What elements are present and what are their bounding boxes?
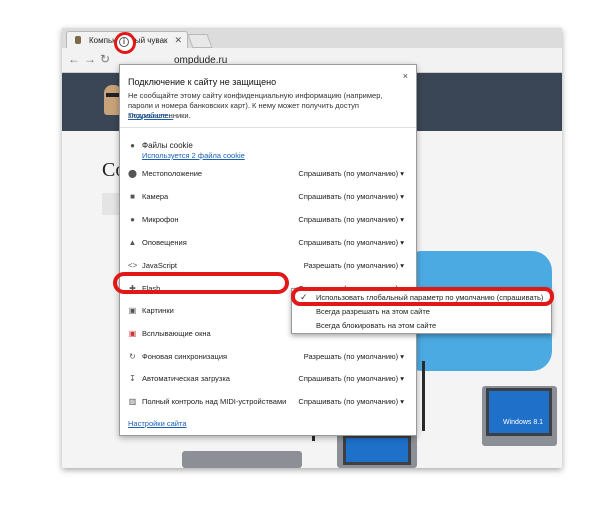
favicon-icon bbox=[75, 36, 81, 44]
permission-label-javascript: JavaScript bbox=[142, 261, 178, 270]
info-icon: i bbox=[119, 37, 129, 47]
permission-label-midi: Полный контроль над MIDI-устройствами bbox=[142, 397, 287, 406]
tab-close-icon[interactable]: ✕ bbox=[174, 32, 182, 49]
permission-label-microphone: Микрофон bbox=[142, 215, 179, 224]
permission-select-camera[interactable]: Спрашивать (по умолчанию) ▾ bbox=[298, 192, 404, 201]
midi-icon: ▥ bbox=[128, 397, 137, 406]
code-icon: <> bbox=[128, 261, 138, 270]
laptop-illustration bbox=[337, 431, 417, 468]
laptop-illustration bbox=[182, 451, 302, 468]
bell-icon: ▲ bbox=[128, 238, 137, 247]
download-icon: ↧ bbox=[129, 374, 136, 383]
permission-select-notifications[interactable]: Спрашивать (по умолчанию) ▾ bbox=[298, 238, 404, 247]
permission-select-microphone[interactable]: Спрашивать (по умолчанию) ▾ bbox=[298, 215, 404, 224]
site-info-button[interactable]: i bbox=[114, 32, 136, 54]
back-icon[interactable]: ← bbox=[68, 52, 80, 66]
permission-select-auto-download[interactable]: Спрашивать (по умолчанию) ▾ bbox=[298, 374, 404, 383]
flash-option-allow[interactable]: Всегда разрешать на этом сайте bbox=[316, 307, 430, 316]
forward-icon[interactable]: → bbox=[84, 52, 96, 66]
camera-icon: ■ bbox=[130, 192, 135, 201]
cookie-label: Файлы cookie bbox=[142, 141, 193, 150]
windows-label: Windows 8.1 bbox=[503, 419, 544, 426]
cookie-icon: ● bbox=[130, 141, 135, 150]
permission-label-auto-download: Автоматическая загрузка bbox=[142, 374, 230, 383]
permission-label-images: Картинки bbox=[142, 306, 174, 315]
image-icon: ▣ bbox=[128, 306, 137, 315]
microphone-icon: ● bbox=[130, 215, 135, 224]
permission-label-popups: Всплывающие окна bbox=[142, 329, 211, 338]
close-icon[interactable]: × bbox=[403, 71, 408, 81]
permission-select-location[interactable]: Спрашивать (по умолчанию) ▾ bbox=[298, 169, 404, 178]
permission-label-background-sync: Фоновая синхронизация bbox=[142, 352, 228, 361]
details-link[interactable]: Подробнее... bbox=[128, 111, 173, 120]
permission-label-notifications: Оповещения bbox=[142, 238, 187, 247]
permission-label-camera: Камера bbox=[142, 192, 169, 201]
flash-option-block[interactable]: Всегда блокировать на этом сайте bbox=[316, 321, 436, 330]
popup-title: Подключение к сайту не защищено bbox=[128, 77, 277, 87]
cookie-link[interactable]: Используется 2 файла cookie bbox=[142, 151, 245, 160]
site-info-popup: × Подключение к сайту не защищено Не соо… bbox=[119, 64, 417, 436]
permission-select-midi[interactable]: Спрашивать (по умолчанию) ▾ bbox=[298, 397, 404, 406]
tab-strip: Компьютерный чувак ✕ bbox=[62, 28, 562, 49]
permission-select-background-sync[interactable]: Разрешать (по умолчанию) ▾ bbox=[304, 352, 404, 361]
flash-highlight bbox=[113, 272, 289, 294]
reload-icon[interactable]: ↻ bbox=[100, 52, 110, 66]
new-tab-button[interactable] bbox=[187, 34, 213, 48]
dropdown-highlight bbox=[291, 287, 554, 306]
permission-label-location: Местоположение bbox=[142, 169, 203, 178]
site-settings-link[interactable]: Настройки сайта bbox=[128, 419, 187, 428]
permission-select-javascript[interactable]: Разрешать (по умолчанию) ▾ bbox=[304, 261, 404, 270]
location-icon: ⬤ bbox=[128, 169, 137, 178]
popup-blocked-icon: ▣ bbox=[128, 329, 137, 338]
laptop-illustration: Windows 8.1 bbox=[482, 386, 557, 446]
sync-icon: ↻ bbox=[129, 352, 136, 361]
